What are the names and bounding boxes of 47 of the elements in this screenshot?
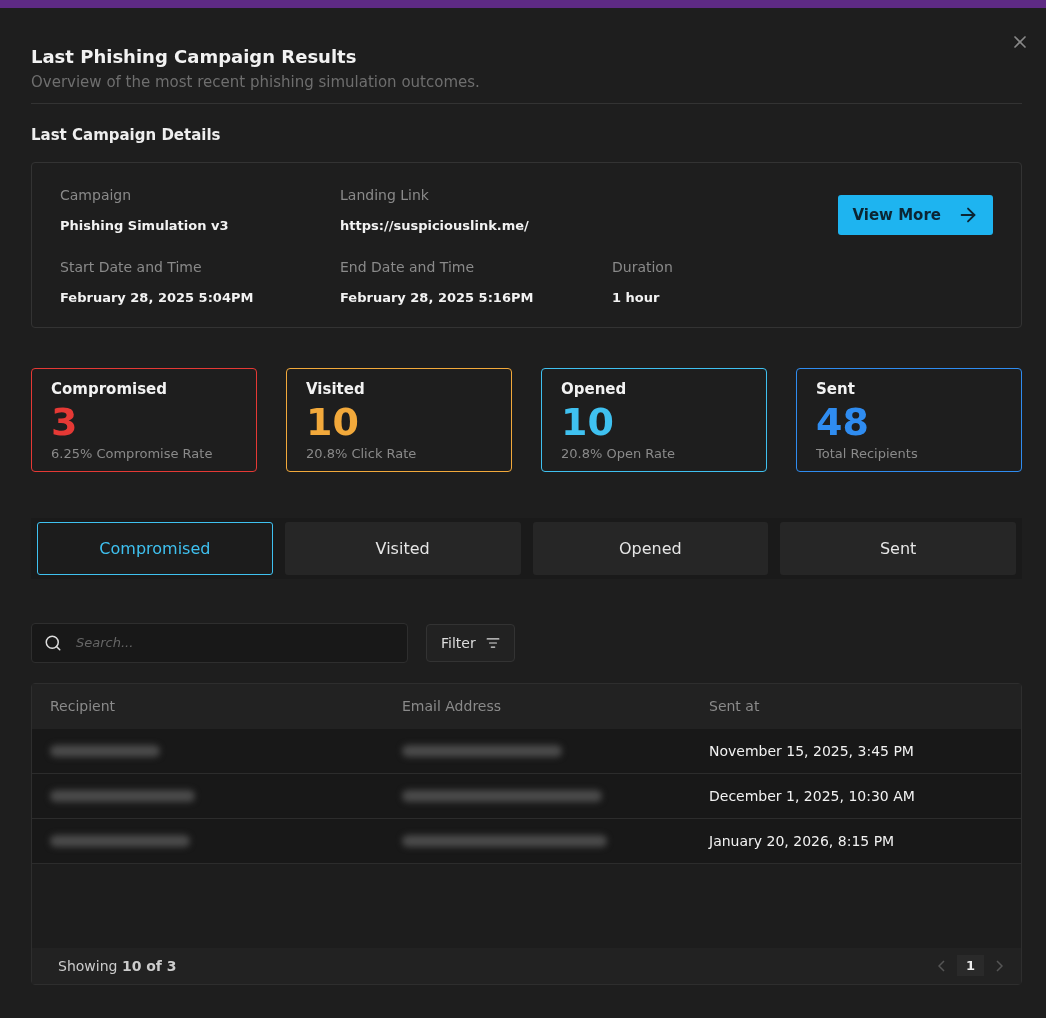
field-value: 1 hour: [612, 290, 660, 305]
field-label: End Date and Time: [340, 259, 476, 275]
stat-title: Opened: [561, 380, 628, 398]
dialog-title: Last Phishing Campaign Results: [31, 46, 358, 67]
column-header: Email Address: [402, 697, 503, 714]
tab[interactable]: Visited: [284, 521, 521, 575]
filter-button[interactable]: Filter: [426, 623, 515, 662]
column-header: Recipient: [50, 697, 117, 714]
field-value: February 28, 2025 5:04PM: [60, 290, 254, 305]
table-cell-text: January 20, 2026, 8:15 PM: [709, 832, 896, 849]
tab[interactable]: Opened: [532, 521, 769, 575]
dialog-subtitle: Overview of the most recent phishing simulation outcomes.: [31, 73, 481, 91]
stat-caption: 20.8% Open Rate: [561, 445, 677, 461]
stat-caption: 20.8% Click Rate: [306, 445, 418, 461]
field-value: February 28, 2025 5:16PM: [340, 290, 534, 305]
field-value: Phishing Simulation v3: [60, 218, 229, 233]
search-icon: [44, 633, 62, 652]
stat-title: Visited: [306, 380, 366, 398]
chevron-right-icon: [996, 959, 1003, 972]
chevron-left-icon: [937, 959, 945, 972]
stat-caption: Total Recipients: [816, 445, 919, 461]
next-page-button[interactable]: [996, 959, 1003, 972]
view-more-button[interactable]: View More: [838, 195, 993, 235]
page-button[interactable]: 1: [956, 955, 984, 977]
field-label: Duration: [612, 259, 674, 275]
pagination-summary: Showing 10 of 3: [58, 957, 177, 974]
table-cell-text: November 15, 2025, 3:45 PM: [709, 742, 915, 759]
field-label: Landing Link: [340, 187, 430, 203]
previous-page-button[interactable]: [937, 959, 945, 972]
search-field[interactable]: Search...: [74, 634, 395, 652]
stat-caption: 6.25% Compromise Rate: [51, 445, 214, 461]
stat-count: 10: [306, 400, 360, 446]
filter-icon: [485, 635, 500, 650]
field-label: Start Date and Time: [60, 259, 203, 275]
stat-count: 3: [51, 400, 79, 446]
tab[interactable]: Compromised: [37, 521, 273, 575]
table-cell-text: December 1, 2025, 10:30 AM: [709, 787, 916, 804]
field-value: https://suspiciouslink.me/: [340, 218, 529, 233]
field-label: Campaign: [60, 187, 133, 203]
search-box[interactable]: Search...: [31, 622, 408, 663]
stat-count: 10: [561, 400, 615, 446]
stat-title: Sent: [816, 380, 856, 398]
tab[interactable]: Sent: [780, 521, 1016, 575]
stat-title: Compromised: [51, 380, 168, 398]
section-heading: Last Campaign Details: [31, 126, 222, 144]
stat-count: 48: [816, 400, 870, 446]
column-header: Sent at: [709, 697, 761, 714]
